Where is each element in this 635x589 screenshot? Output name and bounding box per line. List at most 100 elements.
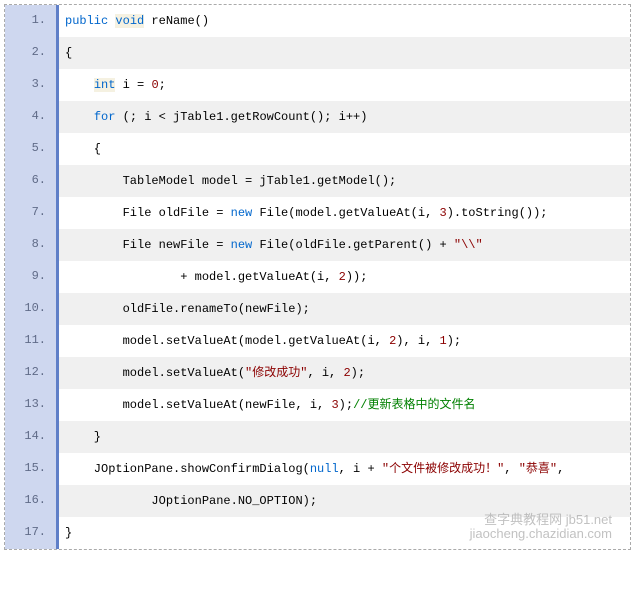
line-number: 14. — [5, 421, 59, 453]
code-row: 10. oldFile.renameTo(newFile); — [5, 293, 630, 325]
token-kw: null — [310, 462, 339, 476]
code-row: 9. + model.getValueAt(i, 2)); — [5, 261, 630, 293]
code-line: File oldFile = new File(model.getValueAt… — [59, 197, 630, 229]
line-number: 6. — [5, 165, 59, 197]
code-row: 6. TableModel model = jTable1.getModel()… — [5, 165, 630, 197]
token-plain: JOptionPane.showConfirmDialog( — [65, 462, 310, 476]
token-bg-kw: int — [94, 78, 116, 92]
line-number: 12. — [5, 357, 59, 389]
code-line: TableModel model = jTable1.getModel(); — [59, 165, 630, 197]
token-str: "修改成功" — [245, 366, 307, 380]
code-line: public void reName() — [59, 5, 630, 37]
token-num: 2 — [339, 270, 346, 284]
code-line: { — [59, 37, 630, 69]
token-plain: oldFile.renameTo(newFile); — [65, 302, 310, 316]
token-num: 2 — [343, 366, 350, 380]
code-row: 7. File oldFile = new File(model.getValu… — [5, 197, 630, 229]
code-row: 8. File newFile = new File(oldFile.getPa… — [5, 229, 630, 261]
code-line: int i = 0; — [59, 69, 630, 101]
token-plain — [65, 110, 94, 124]
code-line: model.setValueAt("修改成功", i, 2); — [59, 357, 630, 389]
token-plain: ), i, — [396, 334, 439, 348]
token-plain: , i, — [307, 366, 343, 380]
code-row: 5. { — [5, 133, 630, 165]
token-plain: model.setValueAt(model.getValueAt(i, — [65, 334, 389, 348]
code-row: 11. model.setValueAt(model.getValueAt(i,… — [5, 325, 630, 357]
token-plain: { — [65, 46, 72, 60]
token-plain: { — [65, 142, 101, 156]
token-str: "\\" — [454, 238, 483, 252]
code-row: 3. int i = 0; — [5, 69, 630, 101]
line-number: 1. — [5, 5, 59, 37]
token-kw: new — [231, 206, 253, 220]
token-plain: , i + — [339, 462, 382, 476]
token-plain: ).toString()); — [447, 206, 548, 220]
line-number: 4. — [5, 101, 59, 133]
line-number: 3. — [5, 69, 59, 101]
code-row: 12. model.setValueAt("修改成功", i, 2); — [5, 357, 630, 389]
token-plain: model.setValueAt( — [65, 366, 245, 380]
token-plain: model.setValueAt(newFile, i, — [65, 398, 331, 412]
token-plain: + model.getValueAt(i, — [65, 270, 339, 284]
code-line: File newFile = new File(oldFile.getParen… — [59, 229, 630, 261]
token-num: 3 — [439, 206, 446, 220]
token-num: 3 — [331, 398, 338, 412]
token-str: "个文件被修改成功！" — [382, 462, 504, 476]
code-line: model.setValueAt(newFile, i, 3);//更新表格中的… — [59, 389, 630, 421]
token-kw: for — [94, 110, 116, 124]
code-row: 17.} — [5, 517, 630, 549]
code-line: for (; i < jTable1.getRowCount(); i++) — [59, 101, 630, 133]
code-row: 2. { — [5, 37, 630, 69]
line-number: 2. — [5, 37, 59, 69]
token-cmt: //更新表格中的文件名 — [353, 398, 475, 412]
line-number: 9. — [5, 261, 59, 293]
token-plain: File oldFile = — [65, 206, 231, 220]
code-line: } — [59, 421, 630, 453]
code-line: + model.getValueAt(i, 2)); — [59, 261, 630, 293]
token-num: 1 — [439, 334, 446, 348]
token-kw: public — [65, 14, 108, 28]
token-plain: File(model.getValueAt(i, — [252, 206, 439, 220]
line-number: 17. — [5, 517, 59, 549]
token-plain: (; i < jTable1.getRowCount(); i++) — [115, 110, 367, 124]
token-plain: } — [65, 526, 72, 540]
token-plain: } — [65, 430, 101, 444]
line-number: 5. — [5, 133, 59, 165]
code-line: { — [59, 133, 630, 165]
line-number: 10. — [5, 293, 59, 325]
token-plain: ; — [159, 78, 166, 92]
line-number: 8. — [5, 229, 59, 261]
token-bg-kw: void — [115, 14, 144, 28]
token-plain: ); — [447, 334, 461, 348]
code-line: } — [59, 517, 630, 549]
token-plain: TableModel model = jTable1.getModel(); — [65, 174, 396, 188]
token-plain: ); — [339, 398, 353, 412]
token-plain: , — [504, 462, 518, 476]
code-line: JOptionPane.showConfirmDialog(null, i + … — [59, 453, 630, 485]
token-plain: ); — [351, 366, 365, 380]
token-plain: reName() — [144, 14, 209, 28]
code-line: oldFile.renameTo(newFile); — [59, 293, 630, 325]
code-block: 1.public void reName()2.{3. int i = 0;4.… — [4, 4, 631, 550]
line-number: 16. — [5, 485, 59, 517]
token-plain — [65, 78, 94, 92]
code-row: 16. JOptionPane.NO_OPTION); — [5, 485, 630, 517]
code-line: model.setValueAt(model.getValueAt(i, 2),… — [59, 325, 630, 357]
token-plain: JOptionPane.NO_OPTION); — [65, 494, 317, 508]
token-kw: new — [231, 238, 253, 252]
code-row: 1.public void reName() — [5, 5, 630, 37]
token-plain: i = — [115, 78, 151, 92]
code-row: 4. for (; i < jTable1.getRowCount(); i++… — [5, 101, 630, 133]
line-number: 15. — [5, 453, 59, 485]
code-line: JOptionPane.NO_OPTION); — [59, 485, 630, 517]
token-plain: File(oldFile.getParent() + — [252, 238, 454, 252]
line-number: 13. — [5, 389, 59, 421]
line-number: 7. — [5, 197, 59, 229]
token-str: "恭喜" — [519, 462, 557, 476]
token-plain: )); — [346, 270, 368, 284]
code-row: 13. model.setValueAt(newFile, i, 3);//更新… — [5, 389, 630, 421]
token-plain: File newFile = — [65, 238, 231, 252]
token-plain: , — [557, 462, 564, 476]
line-number: 11. — [5, 325, 59, 357]
token-num: 0 — [151, 78, 158, 92]
